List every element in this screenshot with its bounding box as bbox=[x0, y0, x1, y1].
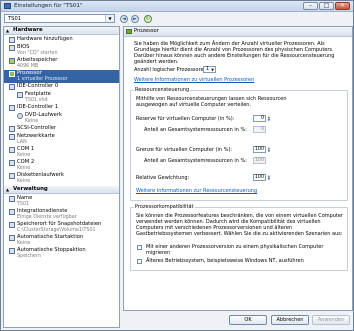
tree-item-snapshot-location[interactable]: Speicherort für Snapshotdateien C:\Clust… bbox=[4, 221, 119, 234]
legacy-os-checkbox[interactable] bbox=[137, 259, 142, 264]
tree-item-integration-services[interactable]: Integrationsdienste Einige Dienste verfü… bbox=[4, 208, 119, 221]
scsi-controller-icon bbox=[9, 126, 15, 132]
resource-control-desc: Mithilfe von Ressourcensteuerungen lasse… bbox=[136, 96, 287, 108]
memory-icon bbox=[9, 58, 15, 64]
apply-button[interactable]: Anwenden bbox=[312, 315, 350, 325]
processor-compat-title: Prozessorkompatibilität bbox=[134, 204, 195, 210]
tree-item-auto-stop[interactable]: Automatische Stoppaktion Speichern bbox=[4, 247, 119, 260]
snapshot-folder-icon bbox=[9, 222, 15, 228]
spinner-arrows-icon[interactable]: ▲ ▼ bbox=[266, 175, 270, 181]
tree-item-network-adapter[interactable]: Netzwerkkarte LAN bbox=[4, 133, 119, 146]
logical-processors-select[interactable]: 1 ▼ bbox=[203, 66, 216, 73]
tree-item-hard-disk[interactable]: Festplatte TS01.vhd bbox=[4, 91, 119, 104]
toolbar: TS01 ▼ ◄ ► ↻ bbox=[1, 13, 353, 25]
tree-item-name[interactable]: Name TS01 bbox=[4, 195, 119, 208]
tree-item-scsi-controller[interactable]: SCSI-Controller bbox=[4, 125, 119, 133]
ide-controller-icon bbox=[9, 105, 15, 111]
hardware-section-header[interactable]: ▲ Hardware bbox=[4, 27, 119, 35]
virtual-processors-info-link[interactable]: Weitere Informationen zu virtuellen Proz… bbox=[134, 77, 254, 83]
tree-item-com1[interactable]: COM 1 Keine bbox=[4, 146, 119, 159]
bios-icon bbox=[9, 45, 15, 51]
collapse-arrow-icon: ▲ bbox=[6, 28, 10, 33]
processor-compat-group: Prozessorkompatibilität Sie können die P… bbox=[130, 204, 348, 271]
chevron-down-icon: ▼ bbox=[211, 68, 214, 72]
logical-processors-label: Anzahl logischer Prozessoren: bbox=[134, 67, 209, 73]
name-icon bbox=[9, 196, 15, 202]
auto-start-icon bbox=[9, 235, 15, 241]
add-hardware-icon bbox=[9, 37, 15, 43]
cancel-button[interactable]: Abbrechen bbox=[271, 315, 309, 325]
settings-tree: ▲ Hardware Hardware hinzufügen BIOS Von … bbox=[3, 26, 120, 328]
dvd-drive-icon bbox=[17, 113, 23, 119]
share-field-2: 100 bbox=[253, 157, 266, 164]
refresh-icon[interactable]: ↻ bbox=[144, 15, 152, 23]
legacy-os-label: Älteres Betriebssystem, beispielsweise W… bbox=[146, 258, 304, 264]
reserve-label: Reserve für virtuellen Computer (in %): bbox=[136, 116, 235, 122]
com-port-icon bbox=[9, 160, 15, 166]
tree-item-add-hardware[interactable]: Hardware hinzufügen bbox=[4, 36, 119, 44]
processor-icon bbox=[9, 71, 15, 77]
weight-input[interactable]: 100 ▲ ▼ bbox=[253, 174, 270, 181]
close-button[interactable]: × bbox=[335, 2, 350, 10]
resource-control-group: Ressourcensteuerung Mithilfe von Ressour… bbox=[130, 87, 348, 201]
management-section-header[interactable]: ▲ Verwaltung bbox=[4, 186, 119, 194]
resource-control-title: Ressourcensteuerung bbox=[134, 87, 191, 93]
auto-stop-icon bbox=[9, 248, 15, 254]
ok-button[interactable]: OK bbox=[229, 315, 267, 325]
tree-item-ide-controller-0[interactable]: IDE-Controller 0 bbox=[4, 83, 119, 91]
processor-compat-desc: Sie können die Prozessorfeatures beschrä… bbox=[136, 213, 344, 237]
processor-settings-panel: Prozessor Sie haben die Möglichkeit zum … bbox=[123, 26, 353, 311]
settings-window: Einstellungen für "TS01" – □ × TS01 ▼ ◄ … bbox=[0, 0, 354, 331]
processor-icon bbox=[126, 29, 132, 34]
spinner-arrows-icon[interactable]: ▲ ▼ bbox=[266, 116, 270, 122]
tree-item-diskette-drive[interactable]: Diskettenlaufwerk Keine bbox=[4, 172, 119, 185]
tree-item-memory[interactable]: Arbeitsspeicher 4096 MB bbox=[4, 57, 119, 70]
forward-arrow-icon[interactable]: ► bbox=[131, 15, 139, 23]
limit-input[interactable]: 100 ▲ ▼ bbox=[253, 146, 270, 153]
chevron-down-icon: ▼ bbox=[105, 15, 114, 22]
tree-item-dvd-drive[interactable]: DVD-Laufwerk Keine bbox=[4, 112, 119, 125]
vm-select[interactable]: TS01 ▼ bbox=[4, 14, 115, 23]
maximize-button[interactable]: □ bbox=[319, 2, 334, 10]
migrate-checkbox[interactable] bbox=[137, 245, 142, 250]
share-label-1: Anteil an Gesamtsystemressourcen in %: bbox=[144, 127, 247, 133]
limit-label: Grenze für virtuellen Computer (in %): bbox=[136, 147, 233, 153]
back-arrow-icon[interactable]: ◄ bbox=[120, 15, 128, 23]
tree-item-processor[interactable]: Prozessor 1 virtueller Prozessor bbox=[4, 70, 119, 83]
share-label-2: Anteil an Gesamtsystemressourcen in %: bbox=[144, 158, 247, 164]
window-icon bbox=[4, 3, 11, 9]
vm-select-value: TS01 bbox=[8, 16, 22, 22]
network-adapter-icon bbox=[9, 134, 15, 140]
tree-item-auto-start[interactable]: Automatische Startaktion Keine bbox=[4, 234, 119, 247]
minimize-button[interactable]: – bbox=[303, 2, 318, 10]
integration-services-icon bbox=[9, 209, 15, 215]
share-field-1: 0 bbox=[253, 126, 266, 133]
migrate-label: Mit einer anderen Prozessorversion zu ei… bbox=[146, 244, 324, 256]
panel-header: Prozessor bbox=[124, 27, 352, 37]
com-port-icon bbox=[9, 147, 15, 153]
intro-text: Sie haben die Möglichkeit zum Ändern der… bbox=[134, 41, 335, 65]
collapse-arrow-icon: ▲ bbox=[6, 187, 10, 192]
hard-disk-icon bbox=[17, 92, 23, 98]
ide-controller-icon bbox=[9, 84, 15, 90]
tree-item-ide-controller-1[interactable]: IDE-Controller 1 bbox=[4, 104, 119, 112]
weight-label: Relative Gewichtung: bbox=[136, 175, 190, 181]
title-bar: Einstellungen für "TS01" – □ × bbox=[1, 1, 353, 12]
tree-item-bios[interactable]: BIOS Von "CD" starten bbox=[4, 44, 119, 57]
spinner-arrows-icon[interactable]: ▲ ▼ bbox=[266, 147, 270, 153]
reserve-input[interactable]: 0 ▲ ▼ bbox=[253, 115, 270, 122]
resource-control-info-link[interactable]: Weitere Informationen zur Ressourcensteu… bbox=[136, 188, 257, 194]
window-title: Einstellungen für "TS01" bbox=[14, 3, 83, 9]
tree-item-com2[interactable]: COM 2 Keine bbox=[4, 159, 119, 172]
diskette-drive-icon bbox=[9, 173, 15, 179]
